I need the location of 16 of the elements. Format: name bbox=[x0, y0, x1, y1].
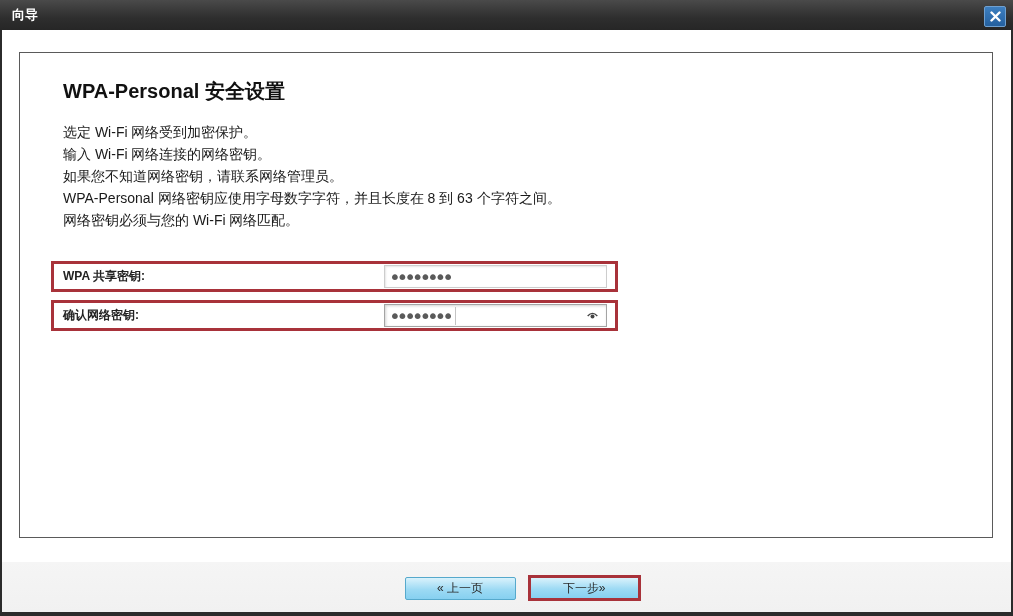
window-title: 向导 bbox=[12, 6, 38, 24]
instruction-text: 输入 Wi-Fi 网络连接的网络密钥。 bbox=[63, 145, 273, 164]
instruction-text: 选定 Wi-Fi 网络受到加密保护。 bbox=[63, 123, 259, 142]
page-heading: WPA-Personal 安全设置 bbox=[63, 79, 286, 103]
instruction-text: 网络密钥必须与您的 Wi-Fi 网络匹配。 bbox=[63, 211, 301, 230]
close-icon bbox=[989, 10, 1001, 22]
field-label: WPA 共享密钥: bbox=[63, 268, 145, 285]
close-button[interactable] bbox=[984, 5, 1006, 27]
eye-icon[interactable] bbox=[587, 312, 598, 319]
instruction-text: WPA-Personal 网络密钥应使用字母数字字符，并且长度在 8 到 63 个字符之间。 bbox=[63, 189, 562, 208]
instruction-text: 如果您不知道网络密钥，请联系网络管理员。 bbox=[63, 167, 344, 186]
password-field[interactable]: •••••••• bbox=[384, 265, 607, 288]
password-field[interactable]: •••••••• bbox=[384, 304, 607, 327]
field-label: 确认网络密钥: bbox=[63, 307, 139, 324]
nav-button[interactable]: « 上一页 bbox=[404, 576, 516, 600]
nav-button[interactable]: 下一步» bbox=[527, 575, 641, 601]
